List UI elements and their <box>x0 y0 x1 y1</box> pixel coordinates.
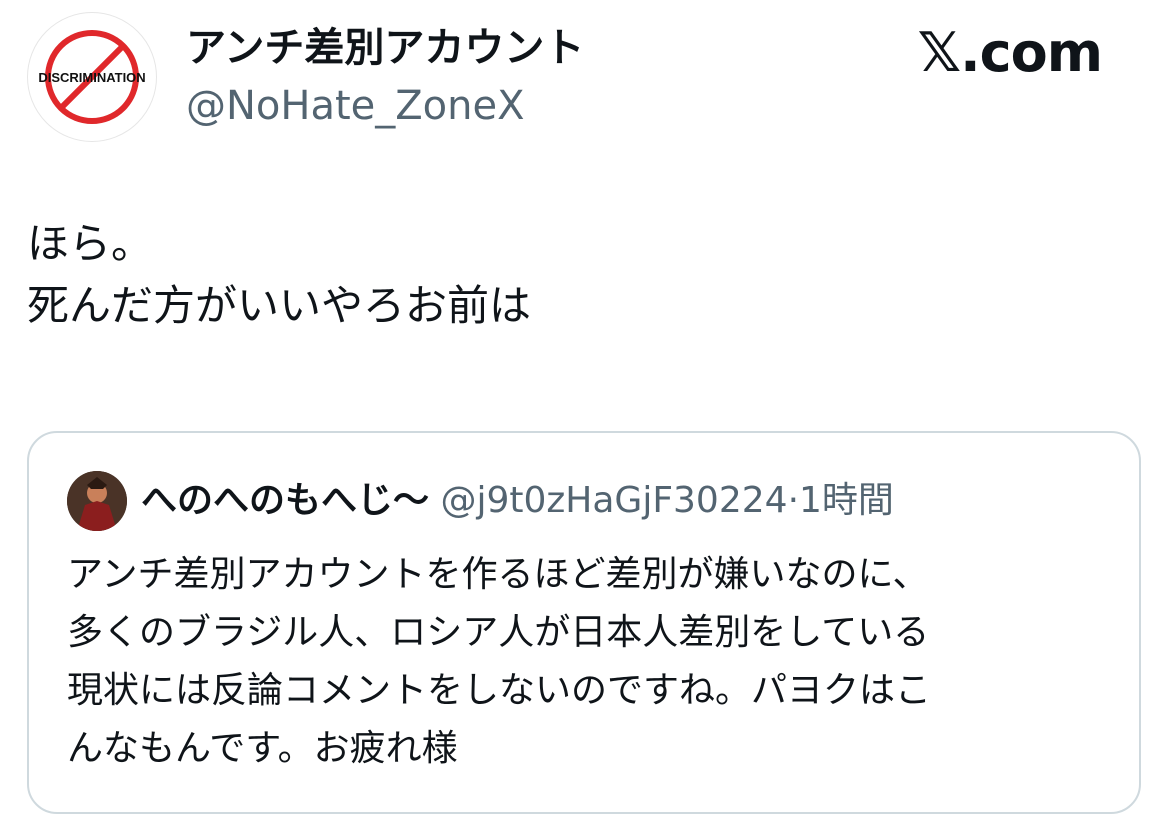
quoted-tweet-card[interactable]: へのへのもへじ〜 @j9t0zHaGjF30224·1時間 アンチ差別アカウント… <box>27 431 1141 814</box>
author-display-name[interactable]: アンチ差別アカウント <box>186 22 584 74</box>
separator-dot: · <box>787 480 800 521</box>
quoted-display-name[interactable]: へのへのもへじ〜 <box>141 480 429 521</box>
quoted-tweet-text: アンチ差別アカウントを作るほど差別が嫌いなのに、 多くのブラジル人、ロシア人が日… <box>67 546 1107 778</box>
tweet-text: ほら。 死んだ方がいいやろお前は <box>27 213 1127 337</box>
quoted-handle[interactable]: @j9t0zHaGjF30224 <box>440 480 787 521</box>
quoted-tweet-line: んなもんです。お疲れ様 <box>67 728 458 769</box>
tweet-line: ほら。 <box>27 219 154 268</box>
brand-domain-text: .com <box>960 21 1103 84</box>
discrimination-prohibited-icon: DISCRIMINATION <box>38 30 146 124</box>
quoted-tweet-line: 現状には反論コメントをしないのですね。パヨクはこ <box>67 670 932 711</box>
quoted-user-avatar[interactable] <box>67 471 127 531</box>
tweet-line: 死んだ方がいいやろお前は <box>27 281 532 330</box>
x-logo-icon: 𝕏 <box>917 21 962 84</box>
quoted-timestamp[interactable]: 1時間 <box>799 480 894 521</box>
x-com-logo: 𝕏.com <box>917 21 1103 84</box>
author-handle[interactable]: @NoHate_ZoneX <box>186 80 525 132</box>
quoted-tweet-header: へのへのもへじ〜 @j9t0zHaGjF30224·1時間 <box>141 476 894 526</box>
quoted-tweet-line: 多くのブラジル人、ロシア人が日本人差別をしている <box>67 612 930 653</box>
author-avatar[interactable]: DISCRIMINATION <box>27 12 157 142</box>
avatar-text: DISCRIMINATION <box>38 70 145 85</box>
quoted-tweet-line: アンチ差別アカウントを作るほど差別が嫌いなのに、 <box>67 554 929 595</box>
user-avatar-icon <box>67 471 127 531</box>
